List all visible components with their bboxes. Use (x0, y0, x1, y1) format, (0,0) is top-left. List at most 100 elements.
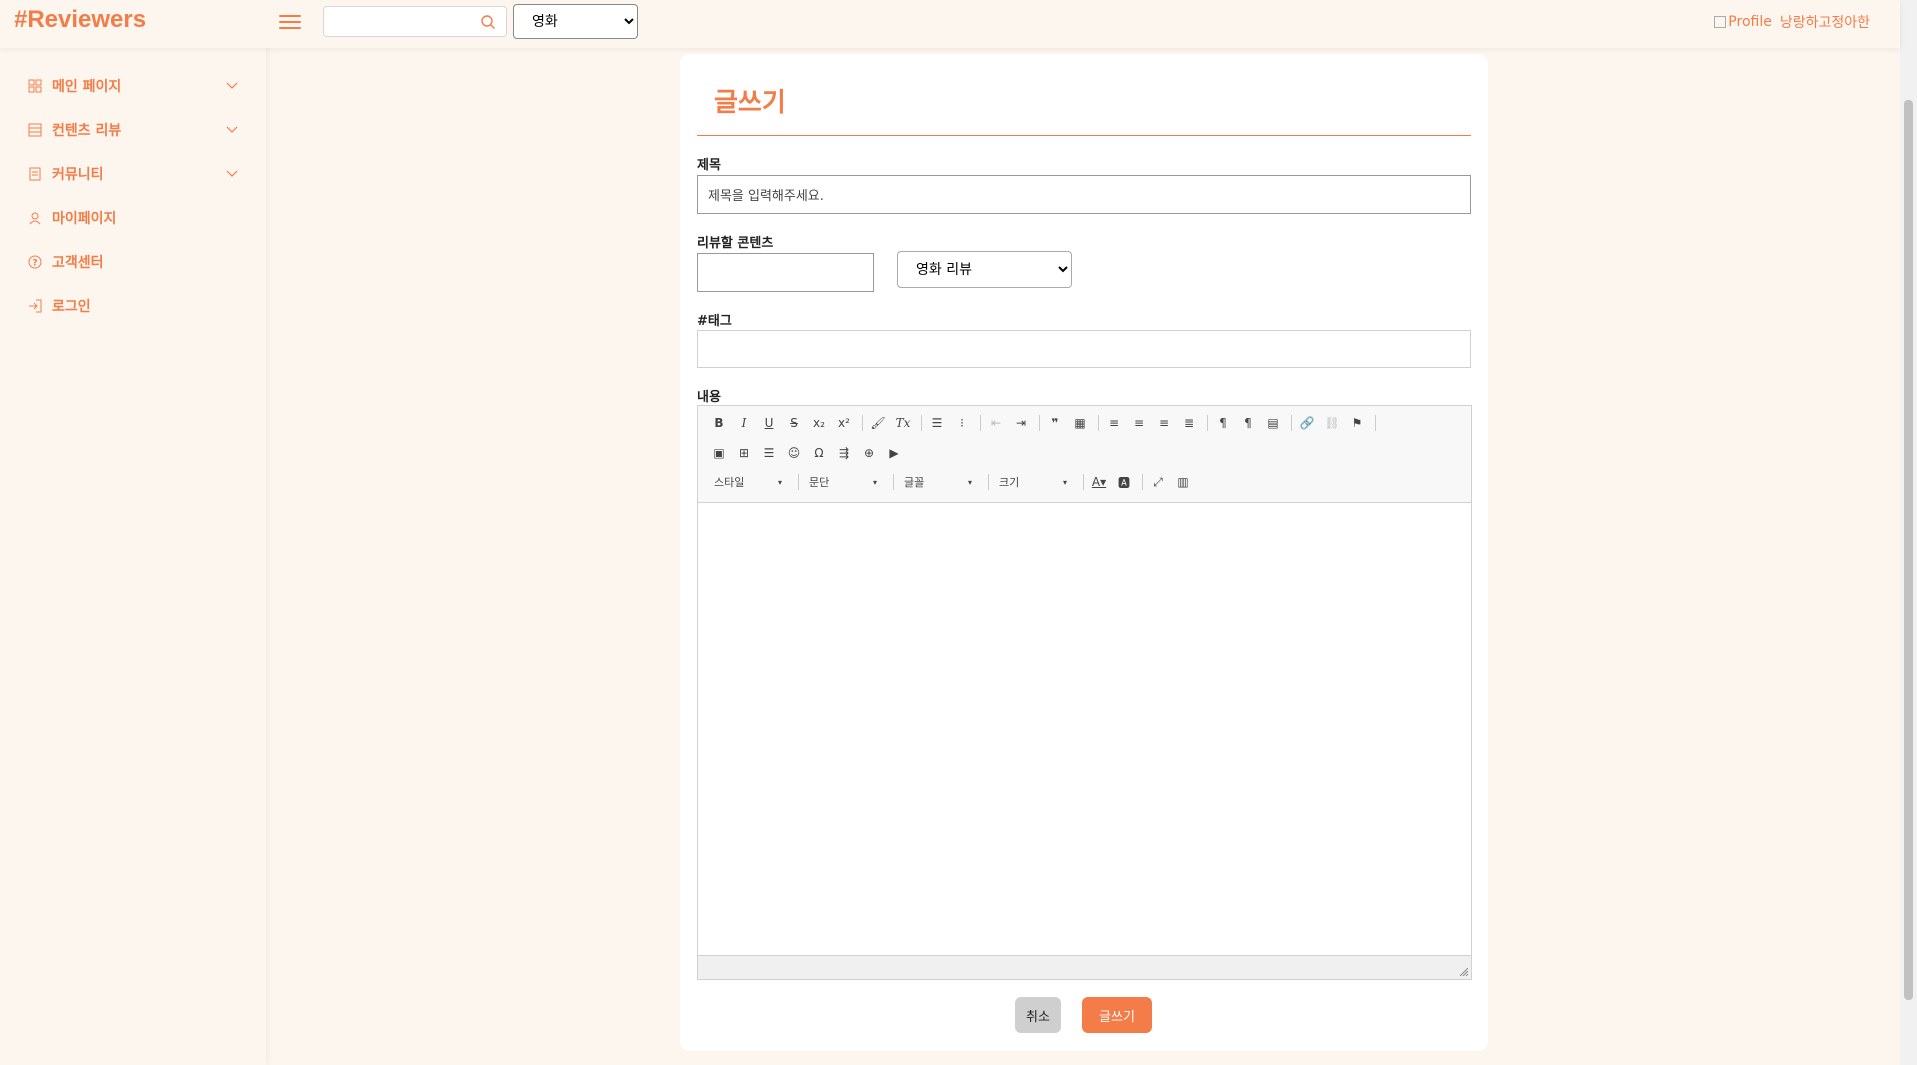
superscript-icon[interactable]: x² (833, 412, 855, 434)
layout-icon (28, 123, 42, 137)
toolbar-separator (988, 474, 989, 490)
sidebar-item-content-review[interactable]: 컨텐츠 리뷰 (28, 118, 238, 142)
category-select[interactable]: 영화 (513, 4, 638, 39)
special-char-icon[interactable]: Ω (808, 442, 830, 464)
submit-button[interactable]: 글쓰기 (1082, 997, 1152, 1033)
toolbar-separator (1039, 415, 1040, 431)
search-icon[interactable] (480, 14, 496, 30)
avatar[interactable]: Profile (1714, 14, 1772, 30)
sidebar-item-support[interactable]: ? 고객센터 (28, 250, 238, 274)
subject-label: 제목 (697, 158, 721, 173)
sidebar-item-mypage[interactable]: 마이페이지 (28, 206, 238, 230)
toolbar-separator (980, 415, 981, 431)
show-blocks-icon[interactable]: ▥ (1172, 471, 1194, 493)
copy-format-icon[interactable]: 🖌 (867, 412, 889, 434)
editor-content-area[interactable] (698, 503, 1471, 956)
profile-name[interactable]: 낭랑하고정아한 (1780, 12, 1870, 32)
horizontal-line-icon[interactable]: ☰ (758, 442, 780, 464)
editor-statusbar (698, 955, 1471, 979)
chevron-down-icon (226, 126, 238, 133)
page-scrollbar[interactable] (1900, 0, 1917, 1065)
bold-icon[interactable]: B (708, 412, 730, 434)
italic-icon[interactable]: I (733, 412, 755, 434)
smiley-icon[interactable]: ☺ (783, 442, 805, 464)
toolbar-separator (1083, 474, 1084, 490)
menu-toggle-icon[interactable] (279, 11, 301, 31)
user-icon (29, 212, 41, 225)
profile-area[interactable]: Profile 낭랑하고정아한 (1714, 12, 1870, 32)
toolbar-row-1: B I U S x₂ x² 🖌 Tx ☰ ⁝ ⇤ ⇥ ❞ ▦ ≡ ≡ ≡ ≣ ¶… (708, 412, 1380, 434)
sidebar-item-login[interactable]: 로그인 (28, 294, 238, 318)
cancel-button[interactable]: 취소 (1015, 997, 1061, 1033)
style-combo[interactable]: 스타일 ▾ (708, 472, 786, 492)
subject-input[interactable]: 제목을 입력해주세요. (697, 175, 1471, 214)
font-combo[interactable]: 글꼴 ▾ (898, 472, 976, 492)
toolbar-separator (1142, 474, 1143, 490)
page-title: 글쓰기 (714, 88, 786, 118)
sidebar: 메인 페이지 컨텐츠 리뷰 커뮤니티 마이페이지 ? 고객센터 로그인 (0, 48, 266, 1065)
ltr-icon[interactable]: ¶ (1212, 412, 1234, 434)
write-form-card: 글쓰기 제목 제목을 입력해주세요. 리뷰할 콘텐츠 영화 리뷰 #태그 내용 … (680, 54, 1488, 1051)
sidebar-item-community[interactable]: 커뮤니티 (28, 162, 238, 186)
combo-arrow-icon: ▾ (967, 477, 972, 487)
title-divider (697, 135, 1471, 136)
rtl-icon[interactable]: ¶ (1237, 412, 1259, 434)
numbered-list-icon[interactable]: ☰ (926, 412, 948, 434)
search-input[interactable] (324, 7, 474, 36)
document-icon (29, 167, 41, 181)
review-content-label: 리뷰할 콘텐츠 (697, 236, 774, 251)
sidebar-item-label: 로그인 (52, 299, 91, 315)
remove-format-icon[interactable]: Tx (892, 412, 914, 434)
unlink-icon[interactable]: ⛓ (1321, 412, 1343, 434)
site-logo[interactable]: #Reviewers (14, 6, 146, 34)
align-center-icon[interactable]: ≡ (1128, 412, 1150, 434)
bg-color-icon[interactable]: 🅰 (1113, 471, 1135, 493)
login-icon (29, 299, 42, 313)
search-box (323, 6, 507, 37)
combo-arrow-icon: ▾ (777, 477, 782, 487)
image-icon[interactable]: ▣ (708, 442, 730, 464)
underline-icon[interactable]: U (758, 412, 780, 434)
review-type-select[interactable]: 영화 리뷰 (897, 251, 1072, 288)
top-header: #Reviewers 영화 Profile 낭랑하고정아한 (0, 0, 1900, 48)
youtube-icon[interactable]: ▶ (883, 442, 905, 464)
subscript-icon[interactable]: x₂ (808, 412, 830, 434)
tag-label: #태그 (697, 314, 732, 329)
editor-toolbar: B I U S x₂ x² 🖌 Tx ☰ ⁝ ⇤ ⇥ ❞ ▦ ≡ ≡ ≡ ≣ ¶… (698, 406, 1471, 503)
tag-input[interactable] (697, 330, 1471, 368)
indent-icon[interactable]: ⇥ (1010, 412, 1032, 434)
align-justify-icon[interactable]: ≣ (1178, 412, 1200, 434)
review-content-input[interactable] (697, 253, 874, 292)
bulleted-list-icon[interactable]: ⁝ (951, 412, 973, 434)
anchor-flag-icon[interactable]: ⚑ (1346, 412, 1368, 434)
size-combo-label: 크기 (999, 476, 1020, 489)
toolbar-separator (1207, 415, 1208, 431)
strikethrough-icon[interactable]: S (783, 412, 805, 434)
iframe-globe-icon[interactable]: ⊕ (858, 442, 880, 464)
toolbar-separator (1375, 415, 1376, 431)
create-div-icon[interactable]: ▦ (1069, 412, 1091, 434)
link-icon[interactable]: 🔗 (1296, 412, 1318, 434)
blockquote-icon[interactable]: ❞ (1044, 412, 1066, 434)
maximize-icon[interactable]: ⤢ (1147, 471, 1169, 493)
svg-text:?: ? (32, 259, 37, 269)
toolbar-separator (893, 474, 894, 490)
avatar-alt-text: Profile (1728, 14, 1772, 30)
align-right-icon[interactable]: ≡ (1153, 412, 1175, 434)
outdent-icon[interactable]: ⇤ (985, 412, 1007, 434)
scrollbar-thumb[interactable] (1904, 100, 1913, 1000)
broken-image-icon (1714, 16, 1727, 28)
align-left-icon[interactable]: ≡ (1103, 412, 1125, 434)
language-icon[interactable]: ▤ (1262, 412, 1284, 434)
toolbar-separator (862, 415, 863, 431)
table-icon[interactable]: ⊞ (733, 442, 755, 464)
resize-handle-icon[interactable] (1458, 966, 1468, 976)
page-break-icon[interactable]: ⇶ (833, 442, 855, 464)
combo-arrow-icon: ▾ (1062, 477, 1067, 487)
format-combo[interactable]: 문단 ▾ (803, 472, 881, 492)
toolbar-separator (1291, 415, 1292, 431)
sidebar-item-main[interactable]: 메인 페이지 (28, 74, 238, 98)
text-color-icon[interactable]: A▾ (1088, 471, 1110, 493)
size-combo[interactable]: 크기 ▾ (993, 472, 1071, 492)
sidebar-item-label: 마이페이지 (52, 211, 117, 227)
